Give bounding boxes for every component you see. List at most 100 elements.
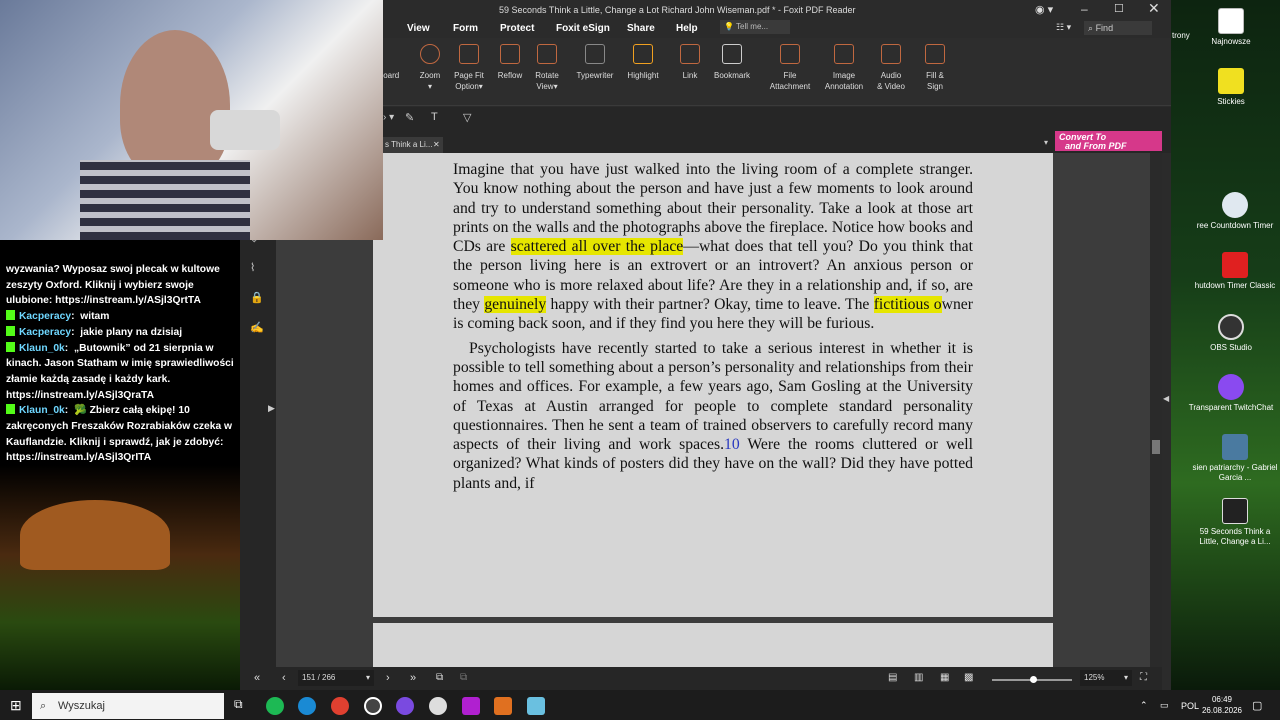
menu-form[interactable]: Form [453, 23, 478, 34]
convert-pdf-banner[interactable]: Convert To and From PDF [1055, 131, 1162, 151]
highlight-annotation: fictitious o [873, 296, 942, 314]
twitch-chat-icon[interactable] [396, 697, 414, 715]
menu-foxit-esign[interactable]: Foxit eSign [556, 23, 610, 34]
webcam-overlay [0, 0, 383, 240]
onenote-icon[interactable] [462, 697, 480, 715]
footnote-link[interactable]: 10 [724, 436, 740, 453]
menu-share[interactable]: Share [627, 23, 655, 34]
notes-icon[interactable] [527, 697, 545, 715]
continuous-icon[interactable]: ▥ [914, 672, 923, 683]
quick-tool-row: › ▾ ✎ T ▽ [383, 107, 1171, 131]
prev-page-icon[interactable]: ‹ [282, 672, 286, 684]
expand-panel-icon[interactable]: ▶ [268, 403, 275, 414]
first-page-icon[interactable]: « [254, 672, 260, 684]
desktop-icon-pdf-file[interactable]: 59 Seconds Think a Little, Change a Li..… [1190, 498, 1280, 547]
highlight-annotation: genuinely [484, 296, 547, 314]
highlight-annotation: scattered all over the place [510, 238, 684, 256]
menu-protect[interactable]: Protect [500, 23, 534, 34]
fullscreen-icon[interactable]: ⛶ [1140, 672, 1147, 683]
windows-start-icon[interactable]: ⊞ [10, 697, 22, 714]
fill-sign-icon [925, 44, 945, 64]
chat-message: Klaun_0k: „Butownik” od 21 sierpnia w ki… [6, 341, 234, 401]
image-annotation-icon [834, 44, 854, 64]
spotify-icon[interactable] [266, 697, 284, 715]
view-options-icon[interactable]: ☷ ▾ [1056, 22, 1071, 33]
next-view-icon[interactable]: ⧉ [460, 672, 467, 683]
account-icon[interactable]: ◉ ▾ [1035, 3, 1053, 16]
network-icon[interactable]: ▭ [1160, 700, 1169, 711]
task-view-icon[interactable]: ⧉ [234, 697, 243, 712]
zoom-slider-handle[interactable] [1030, 676, 1037, 683]
close-button[interactable]: ✕ [1148, 0, 1160, 17]
desktop-icon-countdown-timer[interactable]: ree Countdown Timer [1190, 192, 1280, 231]
security-icon[interactable]: 🔒 [250, 291, 264, 304]
pdf-next-page [373, 623, 1053, 667]
reflow-icon [500, 44, 520, 64]
attachments-icon[interactable]: ⌇ [250, 261, 255, 274]
zoom-level-field[interactable]: 125% ▾ [1080, 670, 1132, 686]
page-number-field[interactable]: 151 / 266 ▾ [298, 670, 374, 686]
collapse-right-panel-icon[interactable]: ◀ [1163, 394, 1169, 403]
zoom-icon [420, 44, 440, 64]
taskbar-search[interactable]: ⌕ Wyszukaj [32, 693, 224, 719]
ribbon-fill-sign[interactable]: Fill & Sign [907, 42, 963, 92]
timer-icon[interactable] [429, 697, 447, 715]
last-page-icon[interactable]: » [410, 672, 416, 684]
tray-chevron-icon[interactable]: ⌃ [1140, 700, 1148, 711]
link-icon [680, 44, 700, 64]
menu-view[interactable]: View [407, 23, 430, 34]
next-page-icon[interactable]: › [386, 672, 390, 684]
find-box[interactable]: ⌕ Find [1084, 21, 1152, 35]
vertical-scrollbar[interactable] [1150, 153, 1162, 667]
lightbulb-icon: 💡 [724, 22, 734, 31]
minimize-button[interactable]: – [1081, 2, 1088, 16]
chrome-icon[interactable] [331, 697, 349, 715]
ribbon-file-attachment[interactable]: File Attachment [762, 42, 818, 92]
paragraph-2: Psychologists have recently started to t… [453, 339, 973, 492]
desktop-icon-shutdown-timer[interactable]: hutdown Timer Classic [1190, 252, 1280, 291]
document-tab-row [383, 131, 1171, 153]
page-text: Imagine that you have just walked into t… [453, 160, 973, 498]
chat-message: Kacperacy: witam [6, 309, 234, 325]
signature-icon[interactable]: ✍ [250, 321, 264, 334]
document-tab[interactable]: s Think a Li... ✕ [383, 137, 443, 153]
title-bar: 59 Seconds Think a Little, Change a Lot … [383, 0, 1171, 20]
kick-badge-icon [6, 310, 15, 321]
kick-badge-icon [6, 404, 15, 415]
search-icon: ⌕ [40, 700, 47, 712]
desktop-icon-book[interactable]: sien patriarchy - Gabriel Garcia ... [1190, 434, 1280, 483]
chat-message: Klaun_0k: 🥦 Zbierz całą ekipę! 10 zakręc… [6, 404, 233, 464]
highlight-icon [633, 44, 653, 64]
clock[interactable]: 06:49 26.08.2026 [1200, 694, 1244, 716]
desktop-icon-obs-studio[interactable]: OBS Studio [1186, 314, 1276, 353]
kick-badge-icon [6, 341, 15, 352]
microphone [210, 110, 280, 150]
obs-taskbar-icon[interactable] [364, 697, 382, 715]
maximize-button[interactable]: ☐ [1114, 2, 1124, 15]
kick-badge-icon [6, 325, 15, 336]
notifications-icon[interactable]: ▢ [1252, 699, 1262, 712]
edge-icon[interactable] [298, 697, 316, 715]
page-fit-icon [459, 44, 479, 64]
ribbon-bookmark[interactable]: Bookmark [704, 42, 760, 81]
facing-icon[interactable]: ▦ [940, 672, 949, 683]
close-tab-icon[interactable]: ✕ [433, 137, 440, 153]
hand-tool-icon[interactable]: › ▾ [383, 112, 394, 123]
text-tool-icon[interactable]: T [431, 111, 438, 123]
language-indicator[interactable]: POL [1181, 701, 1199, 711]
desktop-icon-transparent-twitchchat[interactable]: Transparent TwitchChat [1186, 374, 1276, 413]
dropdown-icon[interactable]: ▽ [463, 111, 471, 124]
single-page-icon[interactable]: ▤ [888, 672, 897, 683]
desktop-icon-najnowsze[interactable]: Najnowsze [1186, 8, 1276, 47]
foxit-taskbar-icon[interactable] [494, 697, 512, 715]
prev-view-icon[interactable]: ⧉ [436, 672, 443, 683]
desktop-icon-stickies[interactable]: Stickies [1186, 68, 1276, 107]
menu-help[interactable]: Help [676, 23, 698, 34]
stream-chat: wyzwania? Wyposaz swoj plecak w kultowe … [0, 240, 240, 690]
pen-icon[interactable]: ✎ [405, 111, 414, 124]
scrollbar-thumb[interactable] [1152, 440, 1160, 454]
tell-me-search[interactable]: 💡 Tell me... [720, 20, 790, 34]
continuous-facing-icon[interactable]: ▩ [964, 672, 973, 683]
striped-shirt [80, 160, 250, 240]
tab-list-dropdown[interactable]: ▾ [1044, 138, 1048, 147]
